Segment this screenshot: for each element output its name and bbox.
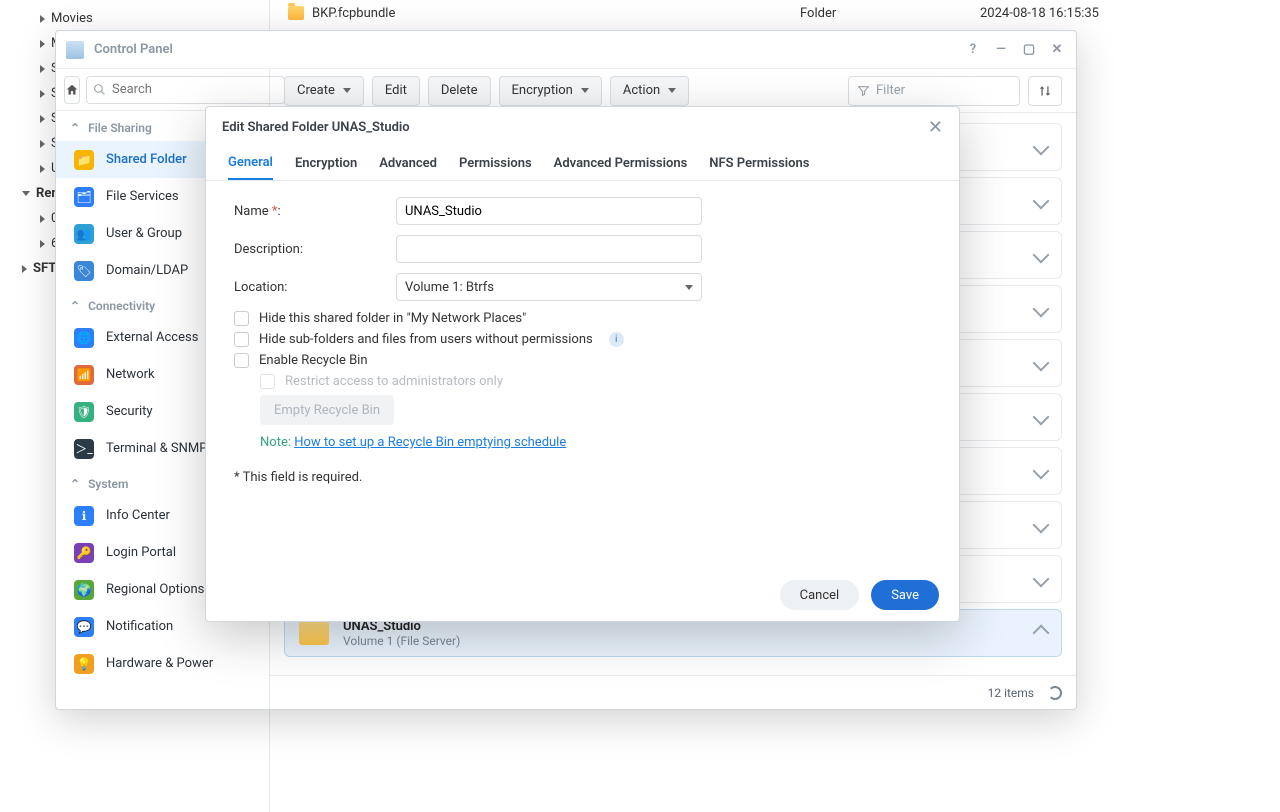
file-services-icon: 🗂 (74, 187, 94, 207)
recycle-bin-schedule-link[interactable]: How to set up a Recycle Bin emptying sch… (294, 435, 566, 450)
description-field[interactable] (396, 235, 702, 263)
sort-icon (1038, 84, 1052, 98)
list-footer: 12 items (270, 675, 1076, 709)
tab-general[interactable]: General (228, 147, 273, 180)
action-button[interactable]: Action (610, 76, 689, 106)
delete-button[interactable]: Delete (428, 76, 491, 106)
folder-icon (288, 6, 304, 20)
chevron-down-icon[interactable] (1033, 301, 1050, 318)
maximize-icon[interactable]: ▢ (1020, 41, 1038, 59)
domain-icon: 🏷 (74, 261, 94, 281)
item-count: 12 items (988, 686, 1034, 700)
help-icon[interactable]: ? (964, 41, 982, 59)
tab-nfs-permissions[interactable]: NFS Permissions (709, 147, 809, 180)
hide-network-checkbox[interactable]: Hide this shared folder in "My Network P… (234, 311, 929, 326)
location-select[interactable]: Volume 1: Btrfs (396, 273, 702, 301)
close-icon[interactable]: ✕ (1048, 41, 1066, 59)
enable-recycle-bin-checkbox[interactable]: Enable Recycle Bin (234, 353, 929, 368)
recycle-bin-note: Note: How to set up a Recycle Bin emptyi… (260, 435, 929, 450)
tab-encryption[interactable]: Encryption (295, 147, 357, 180)
chevron-down-icon[interactable] (1033, 409, 1050, 426)
encryption-button[interactable]: Encryption (499, 76, 602, 106)
shield-icon: 🛡 (74, 402, 94, 422)
filter-icon (857, 84, 870, 97)
info-icon[interactable]: i (609, 332, 624, 347)
minimize-icon[interactable]: — (992, 41, 1010, 59)
save-button[interactable]: Save (871, 580, 939, 610)
network-icon: 📶 (74, 365, 94, 385)
terminal-icon: ＞_ (74, 439, 94, 459)
external-access-icon: 🌐 (74, 328, 94, 348)
search-icon (93, 83, 106, 96)
create-button[interactable]: Create (284, 76, 364, 106)
chevron-down-icon[interactable] (1033, 247, 1050, 264)
cancel-button[interactable]: Cancel (780, 580, 860, 610)
empty-recycle-bin-button: Empty Recycle Bin (260, 395, 394, 425)
description-label: Description: (234, 242, 396, 257)
caret-down-icon (685, 285, 693, 290)
table-row[interactable]: BKP.fcpbundle Folder 2024-08-18 16:15:35 (270, 0, 1280, 26)
location-label: Location: (234, 280, 396, 295)
chevron-down-icon[interactable] (1033, 517, 1050, 534)
edit-button[interactable]: Edit (372, 76, 420, 106)
regional-icon: 🌍 (74, 580, 94, 600)
tree-node[interactable]: Movies (0, 6, 269, 31)
required-note: * This field is required. (234, 470, 929, 485)
caret-down-icon (668, 88, 676, 93)
chevron-down-icon[interactable] (1033, 463, 1050, 480)
window-title: Control Panel (94, 42, 173, 57)
chevron-down-icon[interactable] (1033, 355, 1050, 372)
dialog-tabs: General Encryption Advanced Permissions … (206, 147, 959, 181)
user-group-icon: 👥 (74, 224, 94, 244)
login-icon: 🔑 (74, 543, 94, 563)
sort-button[interactable] (1028, 76, 1062, 106)
chevron-down-icon[interactable] (1033, 193, 1050, 210)
tab-advanced[interactable]: Advanced (379, 147, 437, 180)
refresh-icon[interactable] (1048, 686, 1062, 700)
caret-down-icon (581, 88, 589, 93)
folder-icon: 📁 (74, 150, 94, 170)
chevron-down-icon[interactable] (1033, 139, 1050, 156)
tab-advanced-permissions[interactable]: Advanced Permissions (554, 147, 688, 180)
notification-icon: 💬 (74, 617, 94, 637)
search-input[interactable] (86, 76, 285, 104)
home-button[interactable] (64, 76, 80, 104)
name-label: Name *: (234, 204, 396, 219)
chevron-down-icon[interactable] (1033, 571, 1050, 588)
caret-down-icon (343, 88, 351, 93)
bulb-icon: 💡 (74, 654, 94, 674)
folder-icon (299, 621, 329, 645)
close-icon[interactable]: ✕ (928, 117, 943, 138)
chevron-up-icon[interactable] (1033, 625, 1050, 642)
folder-subtitle: Volume 1 (File Server) (343, 634, 1021, 648)
edit-shared-folder-dialog: Edit Shared Folder UNAS_Studio ✕ General… (205, 106, 960, 622)
window-titlebar[interactable]: Control Panel ? — ▢ ✕ (56, 31, 1076, 69)
tab-permissions[interactable]: Permissions (459, 147, 532, 180)
app-icon (66, 41, 84, 59)
hide-subfolders-checkbox[interactable]: Hide sub-folders and files from users wi… (234, 332, 929, 347)
name-field[interactable] (396, 197, 702, 225)
sidebar-item-hardware-power[interactable]: 💡Hardware & Power (56, 645, 269, 682)
dialog-title: Edit Shared Folder UNAS_Studio (222, 120, 410, 135)
filter-input[interactable]: Filter (848, 76, 1020, 106)
restrict-admin-checkbox: Restrict access to administrators only (260, 374, 929, 389)
info-icon: ℹ (74, 506, 94, 526)
